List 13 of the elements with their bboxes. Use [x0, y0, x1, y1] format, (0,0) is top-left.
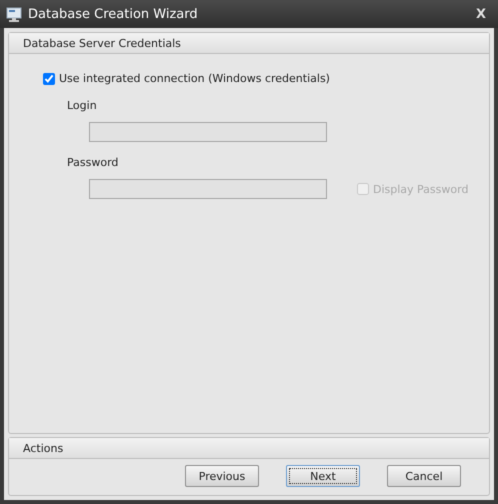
close-button[interactable]: X [472, 6, 490, 22]
action-button[interactable]: Next [286, 465, 360, 487]
monitor-icon [6, 6, 22, 22]
field-label: Password [67, 156, 120, 169]
action-button[interactable]: Previous [185, 465, 259, 487]
integrated-checkbox[interactable] [43, 72, 55, 84]
window-title: Database Creation Wizard [28, 6, 199, 22]
checkbox-label: Use integrated connection (Windows credentials) [59, 72, 330, 85]
panel-header: Actions [9, 438, 489, 459]
action-button[interactable]: Cancel [387, 465, 461, 487]
panel-header: Database Server Credentials [9, 33, 489, 54]
field-label: Login [67, 99, 98, 112]
checkbox-label: Display Password [373, 182, 468, 196]
